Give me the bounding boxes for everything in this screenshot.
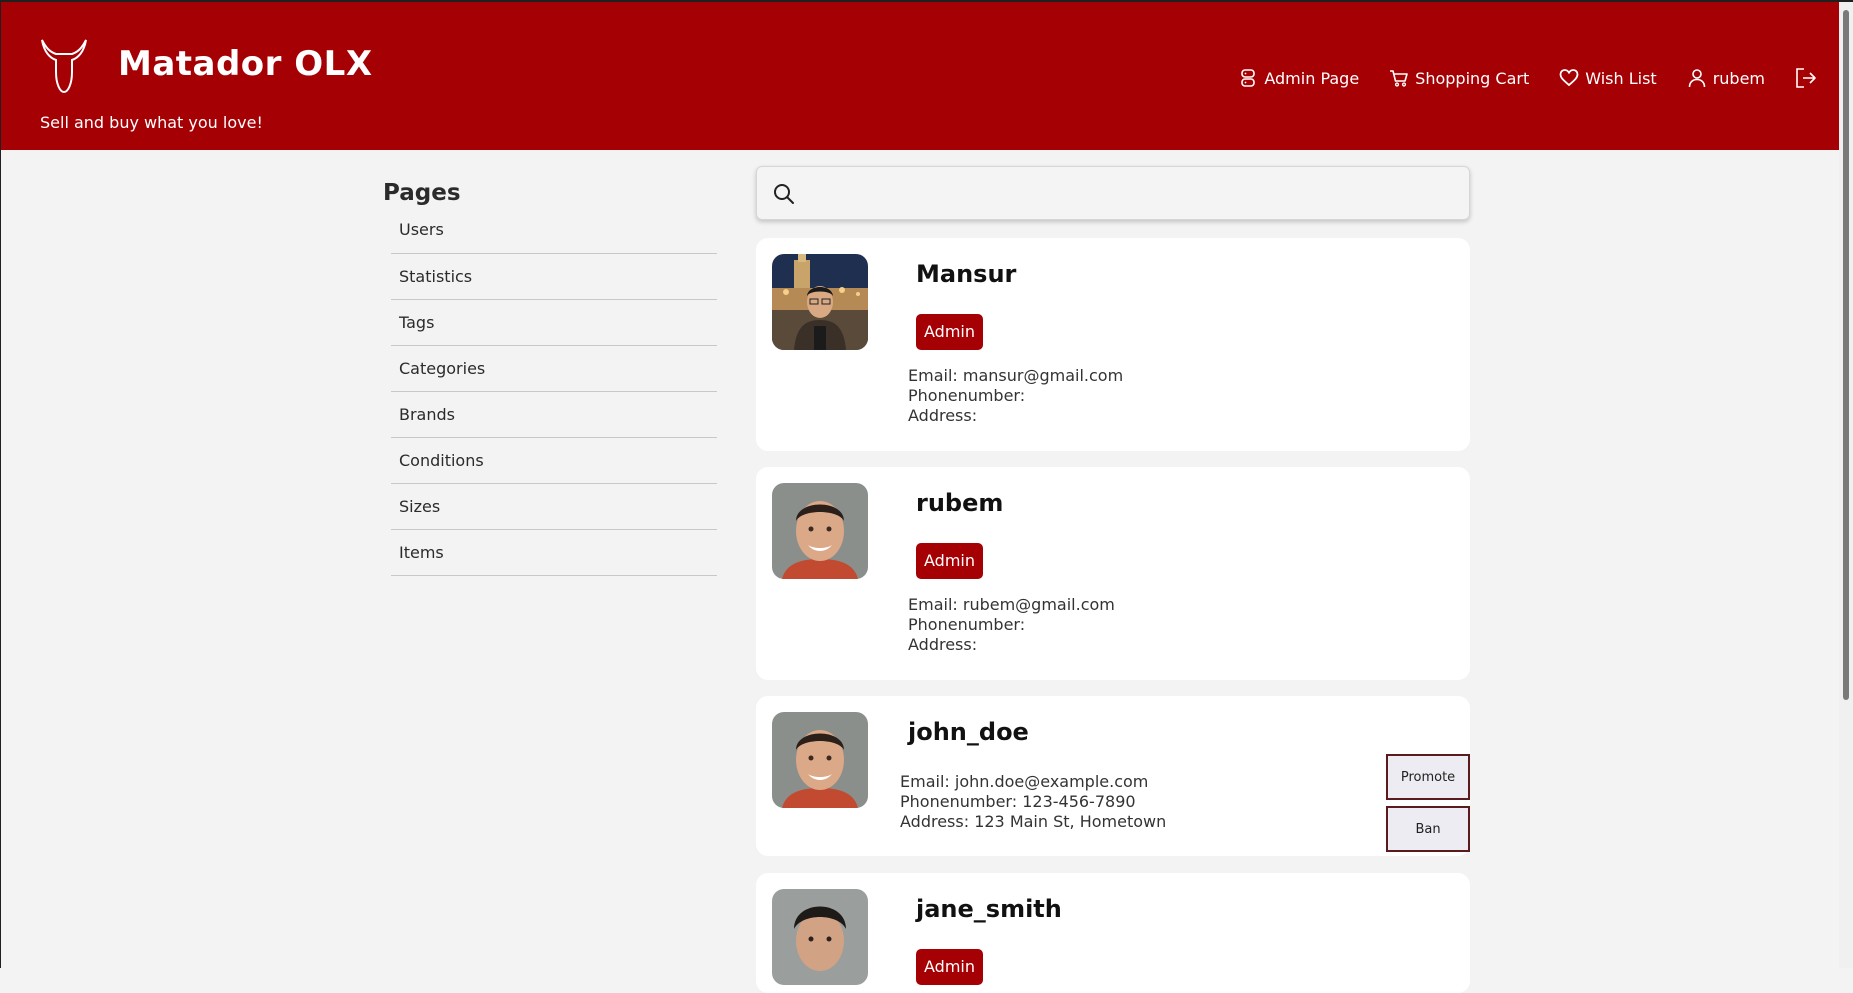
sidebar-item-users[interactable]: Users [391, 216, 717, 254]
nav-shopping-cart[interactable]: Shopping Cart [1389, 68, 1529, 88]
sidebar-item-tags[interactable]: Tags [391, 299, 717, 346]
user-icon [1688, 69, 1705, 88]
user-info: Email: mansur@gmail.com Phonenumber: Add… [908, 366, 1123, 426]
nav-user-label: rubem [1712, 68, 1765, 88]
user-avatar [772, 254, 868, 350]
user-phone: Phonenumber: [908, 386, 1026, 405]
sidebar-item-brands[interactable]: Brands [391, 391, 717, 438]
user-email: Email: rubem@gmail.com [908, 595, 1115, 614]
scrollbar-thumb[interactable] [1843, 10, 1849, 700]
admin-badge: Admin [916, 314, 983, 350]
sidebar-item-categories[interactable]: Categories [391, 345, 717, 392]
sidebar-item-statistics[interactable]: Statistics [391, 253, 717, 300]
logout-icon [1796, 68, 1816, 88]
admin-badge: Admin [916, 543, 983, 579]
user-info: Email: rubem@gmail.com Phonenumber: Addr… [908, 595, 1115, 655]
user-address: Address: [908, 635, 978, 654]
user-name: john_doe [908, 718, 1029, 746]
search-input[interactable] [809, 175, 1453, 213]
user-email: Email: john.doe@example.com [900, 772, 1149, 791]
user-card: john_doe Email: john.doe@example.com Pho… [756, 696, 1470, 856]
user-name: jane_smith [916, 895, 1062, 923]
user-card: rubem Admin Email: rubem@gmail.com Phone… [756, 467, 1470, 680]
user-avatar [772, 889, 868, 985]
cart-icon [1390, 70, 1408, 87]
user-name: rubem [916, 489, 1004, 517]
heart-icon [1559, 69, 1579, 87]
user-phone: Phonenumber: 123-456-7890 [900, 792, 1136, 811]
search-icon [774, 184, 794, 204]
user-email: Email: mansur@gmail.com [908, 366, 1124, 385]
sidebar-list: Users Statistics Tags Categories Brands … [391, 216, 717, 576]
user-card: jane_smith Admin [756, 873, 1470, 993]
user-card: Mansur Admin Email: mansur@gmail.com Pho… [756, 238, 1470, 451]
server-icon [1241, 69, 1256, 87]
header: Matador OLX Sell and buy what you love! … [0, 0, 1853, 150]
logout-button[interactable] [1795, 67, 1817, 89]
site-tagline: Sell and buy what you love! [40, 113, 263, 132]
bull-logo-icon[interactable] [40, 38, 88, 94]
nav-admin-page[interactable]: Admin Page [1238, 68, 1359, 88]
user-info: Email: john.doe@example.com Phonenumber:… [900, 772, 1166, 832]
sidebar-item-conditions[interactable]: Conditions [391, 437, 717, 484]
user-avatar [772, 483, 868, 579]
user-avatar [772, 712, 868, 808]
promote-button[interactable]: Promote [1386, 754, 1470, 800]
top-nav: Admin Page Shopping Cart Wish List rubem [1238, 60, 1853, 96]
nav-wish-list[interactable]: Wish List [1559, 68, 1657, 88]
ban-button[interactable]: Ban [1386, 806, 1470, 852]
nav-user-profile[interactable]: rubem [1687, 68, 1765, 88]
admin-badge: Admin [916, 949, 983, 985]
user-phone: Phonenumber: [908, 615, 1026, 634]
nav-wish-list-label: Wish List [1585, 68, 1657, 88]
user-address: Address: [908, 406, 978, 425]
user-address: Address: 123 Main St, Hometown [900, 812, 1167, 831]
sidebar-item-items[interactable]: Items [391, 529, 717, 576]
site-title[interactable]: Matador OLX [118, 44, 373, 84]
page-scrollbar[interactable] [1839, 0, 1853, 968]
user-search-bar [756, 166, 1470, 220]
sidebar-title: Pages [383, 180, 461, 206]
user-name: Mansur [916, 260, 1017, 288]
nav-shopping-cart-label: Shopping Cart [1415, 68, 1530, 88]
nav-admin-page-label: Admin Page [1264, 68, 1360, 88]
admin-sidebar: Pages Users Statistics Tags Categories B… [383, 180, 717, 576]
sidebar-item-sizes[interactable]: Sizes [391, 483, 717, 530]
